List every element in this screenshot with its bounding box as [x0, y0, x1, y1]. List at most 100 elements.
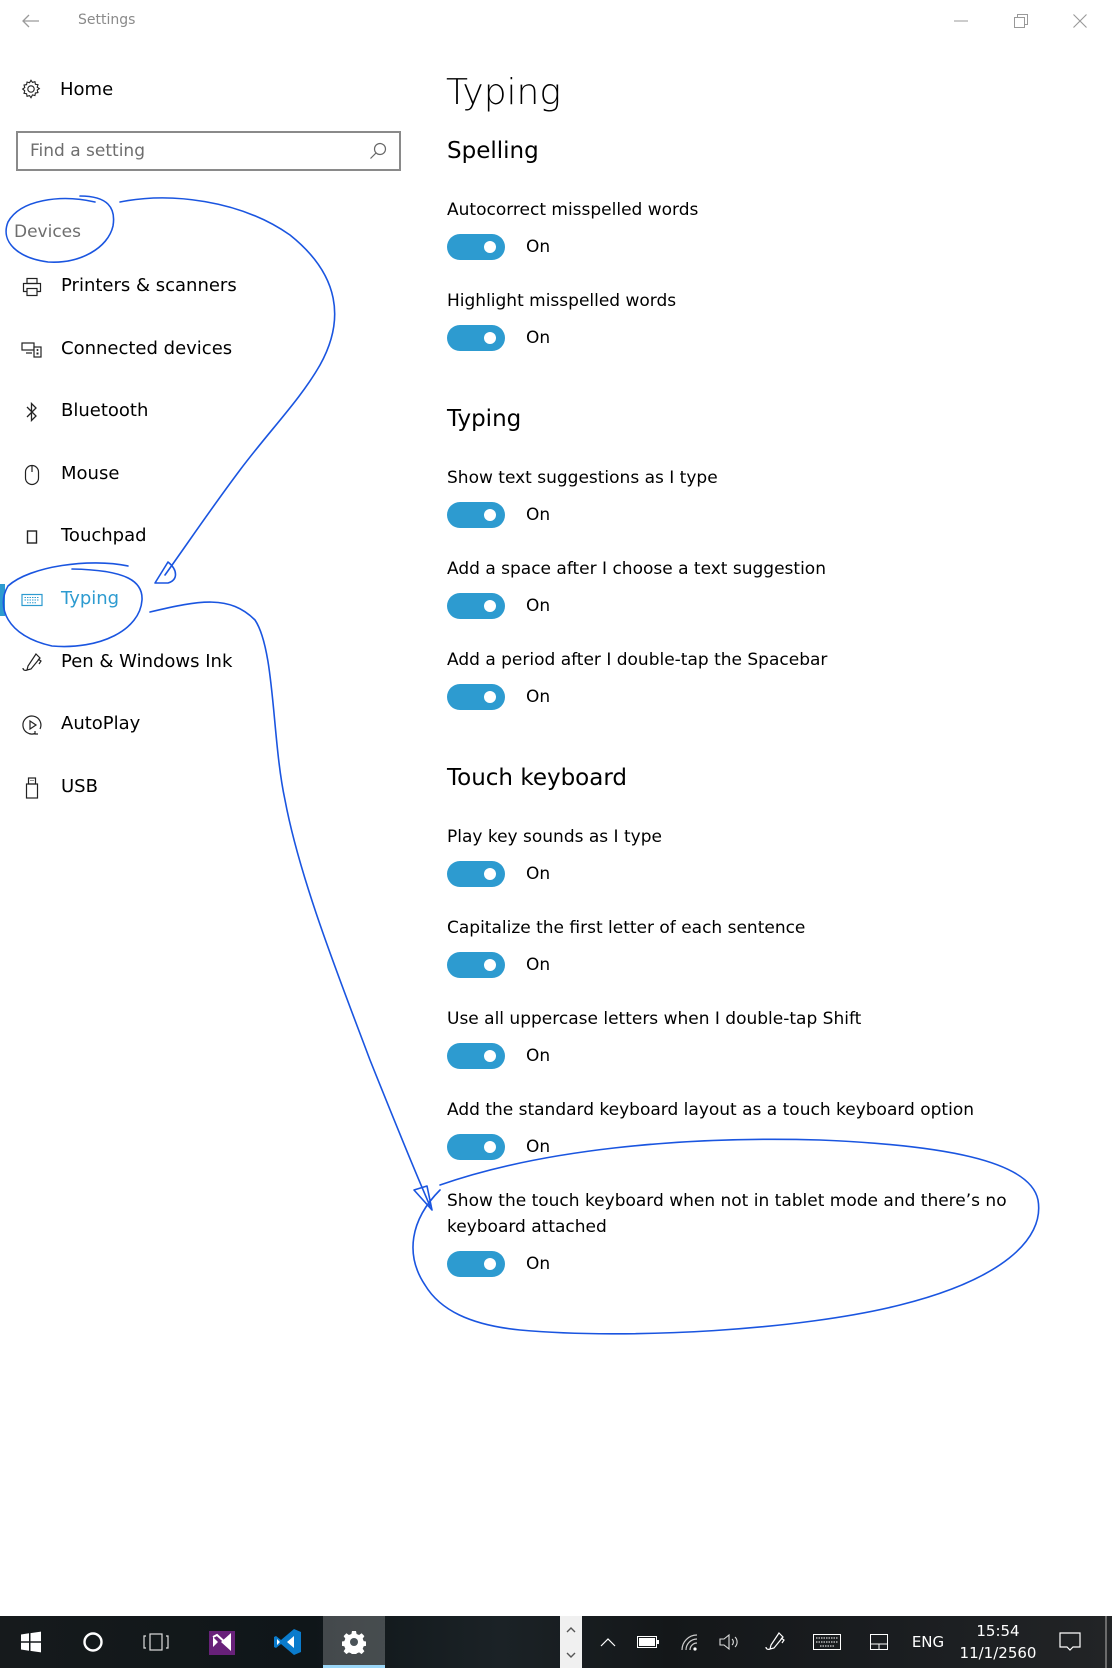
sidebar-item-pen-windows-ink[interactable]: Pen & Windows Ink: [0, 641, 410, 685]
sidebar-item-touchpad[interactable]: Touchpad: [0, 515, 410, 559]
network-button[interactable]: [672, 1616, 708, 1668]
clock[interactable]: 15:54 11/1/2560: [955, 1620, 1041, 1664]
sidebar-item-usb[interactable]: USB: [0, 766, 410, 810]
search-icon: [370, 142, 387, 159]
toggle-switch[interactable]: [447, 1043, 505, 1069]
volume-button[interactable]: [712, 1616, 748, 1668]
gear-icon: [342, 1631, 366, 1654]
pen-icon: [20, 651, 44, 675]
setting-key-sounds: Play key sounds as I type On: [447, 824, 1047, 888]
toggle-knob: [484, 959, 496, 971]
keyboard-icon: [20, 588, 44, 612]
sidebar-item-bluetooth[interactable]: Bluetooth: [0, 390, 410, 434]
group-label-devices: Devices: [14, 222, 81, 242]
visual-studio-icon: [209, 1631, 235, 1655]
volume-icon: [719, 1633, 738, 1651]
search-box[interactable]: [16, 131, 401, 171]
restore-icon: [1014, 14, 1028, 28]
toggle-state: On: [526, 505, 551, 525]
show-desktop-button[interactable]: [1105, 1616, 1107, 1668]
setting-label: Show the touch keyboard when not in tabl…: [447, 1191, 1007, 1237]
touchpad-tray-button[interactable]: [862, 1616, 896, 1668]
toggle-switch[interactable]: [447, 952, 505, 978]
setting-show-touch-keyboard: Show the touch keyboard when not in tabl…: [447, 1188, 1027, 1278]
sidebar-item-label: Touchpad: [61, 525, 147, 546]
usb-icon: [20, 776, 44, 800]
battery-button[interactable]: [630, 1616, 666, 1668]
autoplay-icon: [20, 713, 44, 737]
sidebar-item-mouse[interactable]: Mouse: [0, 453, 410, 497]
home-label: Home: [60, 78, 114, 100]
toggle-state: On: [526, 237, 551, 257]
toggle-switch[interactable]: [447, 1251, 505, 1277]
back-button[interactable]: [18, 8, 44, 34]
vscode-button[interactable]: [257, 1616, 319, 1668]
taskbar-scroll[interactable]: [560, 1616, 582, 1668]
toggle-switch[interactable]: [447, 1134, 505, 1160]
sidebar-item-label: Typing: [61, 588, 120, 609]
toggle-state: On: [526, 955, 551, 975]
mouse-icon: [20, 463, 44, 487]
toggle-switch[interactable]: [447, 234, 505, 260]
chevron-up-icon: [600, 1638, 616, 1647]
selection-indicator: [0, 772, 5, 804]
sidebar-item-label: Printers & scanners: [61, 275, 237, 296]
setting-label: Add a period after I double-tap the Spac…: [447, 650, 828, 670]
start-button[interactable]: [0, 1616, 62, 1668]
clock-time: 15:54: [976, 1622, 1020, 1640]
toggle-knob: [484, 509, 496, 521]
setting-label: Autocorrect misspelled words: [447, 200, 699, 220]
settings-taskbar-button[interactable]: [323, 1616, 385, 1668]
touchpad-icon: [870, 1634, 888, 1650]
sidebar-item-label: AutoPlay: [61, 713, 141, 734]
toggle-state: On: [526, 1254, 551, 1274]
battery-icon: [637, 1636, 659, 1648]
restore-button[interactable]: [1001, 6, 1041, 36]
minimize-button[interactable]: [941, 6, 981, 36]
toggle-switch[interactable]: [447, 325, 505, 351]
visual-studio-button[interactable]: [191, 1616, 253, 1668]
language-indicator[interactable]: ENG: [906, 1616, 950, 1668]
sidebar-item-typing[interactable]: Typing: [0, 578, 410, 622]
setting-label: Add a space after I choose a text sugges…: [447, 559, 826, 579]
windows-ink-button[interactable]: [755, 1616, 795, 1668]
selection-indicator: [0, 271, 5, 303]
toggle-switch[interactable]: [447, 593, 505, 619]
chevron-down-icon[interactable]: [566, 1652, 576, 1659]
toggle-switch[interactable]: [447, 502, 505, 528]
windows-logo-icon: [21, 1631, 41, 1653]
title-bar: Settings: [0, 0, 1112, 42]
sidebar-item-printers-scanners[interactable]: Printers & scanners: [0, 265, 410, 309]
minimize-icon: [954, 20, 968, 22]
toggle-knob: [484, 1050, 496, 1062]
touch-keyboard-button[interactable]: [805, 1616, 849, 1668]
toggle-knob: [484, 241, 496, 253]
setting-add-space: Add a space after I choose a text sugges…: [447, 556, 1047, 620]
toggle-switch[interactable]: [447, 684, 505, 710]
app-title: Settings: [78, 12, 136, 28]
setting-label: Capitalize the first letter of each sent…: [447, 918, 806, 938]
action-center-button[interactable]: [1050, 1616, 1090, 1668]
toggle-knob: [484, 868, 496, 880]
chevron-up-icon[interactable]: [566, 1626, 576, 1633]
search-input[interactable]: [30, 141, 363, 161]
selection-indicator: [0, 647, 5, 679]
printer-icon: [20, 275, 44, 299]
section-title-spelling: Spelling: [447, 138, 539, 164]
toggle-state: On: [526, 328, 551, 348]
toggle-knob: [484, 691, 496, 703]
task-view-button[interactable]: [125, 1616, 187, 1668]
search-button[interactable]: [363, 136, 393, 166]
show-hidden-icons-button[interactable]: [590, 1616, 626, 1668]
close-button[interactable]: [1060, 6, 1100, 36]
toggle-switch[interactable]: [447, 861, 505, 887]
sidebar-item-connected-devices[interactable]: Connected devices: [0, 328, 410, 372]
connected-devices-icon: [20, 338, 44, 362]
selection-indicator: [0, 459, 5, 491]
pen-workspace-icon: [765, 1632, 785, 1650]
cortana-button[interactable]: [62, 1616, 124, 1668]
setting-autocorrect: Autocorrect misspelled words On: [447, 197, 1047, 261]
bluetooth-icon: [20, 400, 44, 424]
home-nav-item[interactable]: Home: [20, 74, 113, 104]
sidebar-item-autoplay[interactable]: AutoPlay: [0, 703, 410, 747]
